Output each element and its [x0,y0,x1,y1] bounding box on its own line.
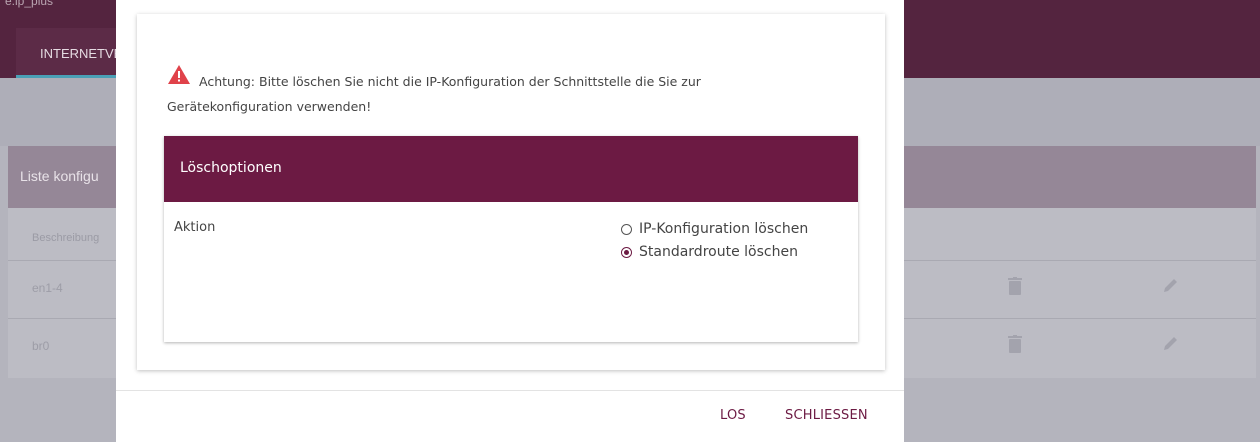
warning-text-cont: Gerätekonfiguration verwenden! [167,99,372,114]
warning-triangle-icon [168,65,190,89]
footer-divider [116,390,904,391]
go-button[interactable]: LOS [720,408,746,423]
delete-dialog: Achtung: Bitte löschen Sie nicht die IP-… [116,0,904,442]
card-title: Löschoptionen [180,160,282,176]
list-title: Liste konfigu [20,168,99,184]
card-header: Löschoptionen [164,136,858,202]
radio-label[interactable]: IP-Konfiguration löschen [639,221,808,237]
row-name: en1-4 [32,281,63,295]
row-name: br0 [32,339,50,353]
trash-icon[interactable] [1008,335,1022,358]
action-label: Aktion [174,220,216,235]
radio-unchecked-icon[interactable] [621,223,632,235]
pencil-icon[interactable] [1163,335,1179,356]
pencil-icon[interactable] [1163,277,1179,298]
delete-options-card: Löschoptionen Aktion IP-Konfiguration lö… [164,136,858,342]
trash-icon[interactable] [1008,277,1022,300]
radio-checked-icon[interactable] [621,246,632,258]
column-header: Beschreibung [32,232,100,244]
radio-delete-ip-config[interactable]: IP-Konfiguration löschen [621,221,808,237]
tab-label: INTERNETVE [40,46,123,61]
close-button[interactable]: SCHLIESSEN [785,408,868,423]
warning-text: Achtung: Bitte löschen Sie nicht die IP-… [199,74,701,89]
device-name: e.ip_plus [5,0,54,8]
radio-label[interactable]: Standardroute löschen [639,244,798,260]
dialog-content: Achtung: Bitte löschen Sie nicht die IP-… [137,14,885,370]
radio-delete-default-route[interactable]: Standardroute löschen [621,244,798,260]
